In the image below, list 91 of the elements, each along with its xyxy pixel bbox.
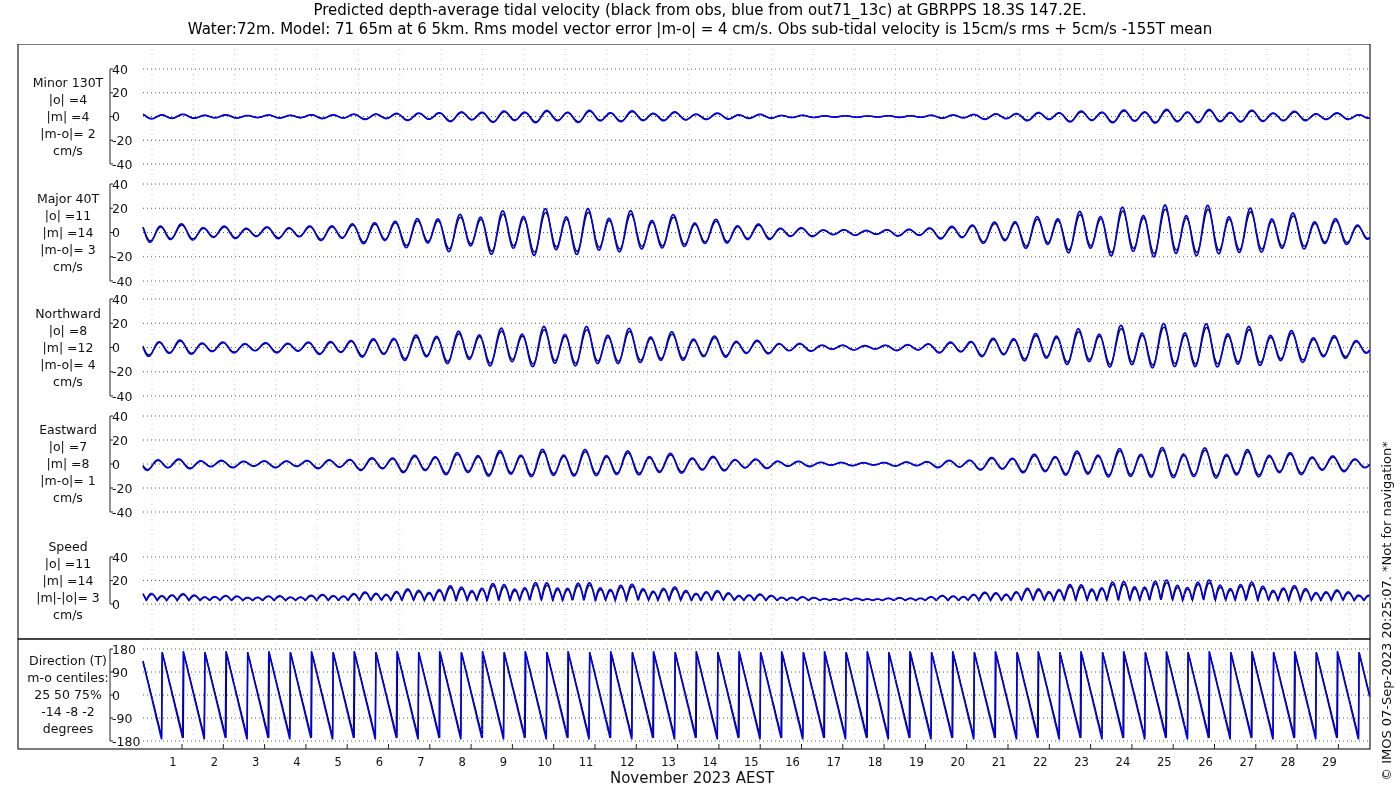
- panel-label: Eastward: [39, 422, 97, 437]
- panel-label: cm/s: [53, 142, 83, 158]
- x-tick-label: 4: [293, 755, 301, 769]
- x-tick-label: 25: [1156, 755, 1172, 769]
- x-tick-label: 7: [417, 755, 425, 769]
- y-tick-label: -20: [112, 364, 133, 380]
- panel-label: m-o centiles:: [27, 670, 109, 685]
- panel-label: Speed: [48, 538, 88, 554]
- x-tick-label: 24: [1115, 755, 1131, 769]
- x-tick-label: 11: [578, 755, 594, 769]
- panel-label: Major 40T: [36, 190, 100, 206]
- y-tick-label: 0: [112, 109, 120, 124]
- y-tick-label: -40: [112, 273, 133, 289]
- panel-label: 25 50 75%: [34, 687, 102, 702]
- y-tick-label: -180: [112, 733, 141, 749]
- panel-label: |m|-|o|= 3: [36, 589, 100, 605]
- y-tick-label: 40: [112, 549, 128, 565]
- y-tick-label: 20: [112, 200, 128, 216]
- x-tick-label: 10: [537, 755, 552, 769]
- y-tick-label: 90: [112, 664, 128, 680]
- panel-label: |m-o|= 3: [40, 241, 96, 257]
- x-tick-label: 1: [169, 755, 177, 769]
- panel-label: |m| =14: [42, 572, 94, 588]
- y-tick-label: -90: [112, 710, 133, 726]
- y-tick-label: 40: [112, 291, 128, 307]
- panel-label: |o| =8: [48, 322, 88, 338]
- panel-label: |m| =14: [42, 224, 94, 240]
- x-tick-label: 23: [1074, 755, 1089, 769]
- y-tick-label: 20: [112, 432, 128, 448]
- panel-label: |m| =4: [46, 108, 90, 124]
- y-tick-label: 20: [112, 85, 128, 101]
- x-tick-label: 29: [1322, 755, 1337, 769]
- y-tick-label: -20: [112, 480, 133, 496]
- credit-text: © IMOS 07-Sep-2023 20:25:07. *Not for navigation*: [1379, 441, 1394, 781]
- panel-label: |m-o|= 1: [40, 473, 96, 488]
- panel-label: degrees: [42, 721, 94, 736]
- x-tick-label: 19: [909, 755, 924, 769]
- y-tick-label: 0: [112, 340, 120, 355]
- y-tick-label: 40: [112, 176, 128, 192]
- y-tick-label: 40: [112, 408, 128, 424]
- y-tick-label: 0: [112, 225, 120, 240]
- x-tick-label: 8: [458, 755, 466, 769]
- y-tick-label: 0: [112, 596, 120, 612]
- panel-label: |m-o|= 2: [40, 125, 96, 141]
- y-tick-label: 180: [112, 641, 136, 657]
- y-tick-label: -40: [112, 388, 133, 404]
- y-tick-label: -20: [112, 132, 133, 148]
- panel-label: |m-o|= 4: [40, 356, 96, 372]
- x-tick-label: 18: [867, 755, 883, 769]
- panel-label: |m| =8: [46, 456, 90, 471]
- panel-label: |o| =11: [44, 555, 92, 571]
- y-tick-label: 40: [112, 61, 128, 77]
- x-tick-label: 21: [991, 755, 1007, 769]
- x-tick-label: 9: [499, 755, 508, 769]
- x-tick-label: 27: [1239, 755, 1255, 769]
- x-tick-label: 6: [375, 755, 384, 769]
- x-tick-label: 14: [702, 755, 718, 769]
- panel-label: cm/s: [53, 490, 83, 505]
- x-tick-label: 12: [620, 755, 635, 769]
- panel-label: cm/s: [53, 606, 83, 622]
- x-tick-label: 5: [334, 755, 342, 769]
- x-tick-label: 2: [210, 755, 218, 769]
- panel-label: Northward: [35, 305, 101, 321]
- panel-label: |o| =11: [44, 207, 92, 223]
- x-tick-label: 26: [1198, 755, 1213, 769]
- y-tick-label: 20: [112, 315, 128, 331]
- y-tick-label: 0: [112, 456, 120, 472]
- chart-title: Water:72m. Model: 71 65m at 6 5km. Rms model vector error |m-o| = 4 cm/s. Obs sub-tidal velocity is 15cm/s rms + 5cm/s -155T mean: [187, 20, 1213, 39]
- panel-label: Minor 130T: [32, 74, 104, 90]
- y-tick-label: 0: [112, 687, 120, 703]
- panel-label: |o| =4: [48, 91, 88, 107]
- y-tick-label: 20: [112, 573, 128, 588]
- x-tick-label: 28: [1280, 755, 1296, 769]
- panel-label: cm/s: [53, 258, 83, 274]
- x-tick-label: 17: [826, 755, 842, 769]
- panel-label: -14 -8 -2: [41, 704, 95, 719]
- panel-label: |o| =7: [48, 439, 88, 454]
- x-axis-label: November 2023 AEST: [609, 769, 775, 787]
- x-tick-label: 15: [743, 755, 759, 769]
- panel-label: Direction (T): [29, 653, 107, 668]
- x-tick-label: 16: [785, 755, 800, 769]
- x-tick-label: 3: [251, 755, 260, 769]
- chart-title: Predicted depth-average tidal velocity (black from obs, blue from out71_13c) at GBRPPS 18.3S 147.2E.: [313, 1, 1087, 20]
- y-tick-label: -40: [112, 504, 133, 520]
- x-tick-label: 13: [661, 755, 676, 769]
- y-tick-label: -20: [112, 249, 133, 265]
- x-tick-label: 22: [1033, 755, 1048, 769]
- x-tick-label: 20: [950, 755, 965, 769]
- panel-label: |m| =12: [42, 339, 94, 355]
- panel-label: cm/s: [53, 373, 83, 389]
- y-tick-label: -40: [112, 156, 133, 172]
